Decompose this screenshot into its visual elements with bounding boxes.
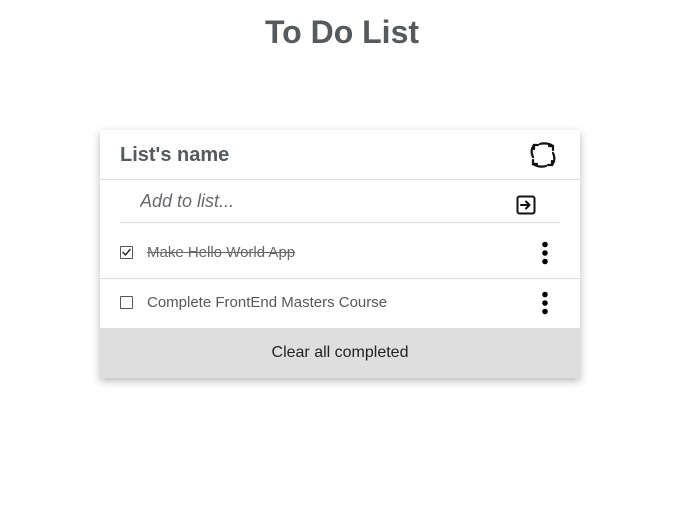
more-vertical-icon[interactable] <box>538 241 552 265</box>
clear-completed-button[interactable]: Clear all completed <box>100 328 580 378</box>
enter-icon[interactable] <box>516 195 536 215</box>
add-item-input[interactable] <box>120 180 520 222</box>
todo-card: List's name Add to list... Make Hello Wo… <box>100 130 580 378</box>
list-header: List's name <box>100 130 580 180</box>
todo-text: Make Hello World App <box>147 244 296 261</box>
todo-text: Complete FrontEnd Masters Course <box>147 294 388 311</box>
list-name: List's name <box>120 144 230 166</box>
page-title: To Do List <box>264 14 420 50</box>
refresh-icon[interactable] <box>529 141 557 169</box>
more-vertical-icon[interactable] <box>538 291 552 315</box>
todo-checkbox-checked[interactable] <box>120 246 133 259</box>
todo-item: Complete FrontEnd Masters Course <box>100 279 580 328</box>
todo-checkbox[interactable] <box>120 296 133 309</box>
todo-item: Make Hello World App <box>100 229 580 279</box>
add-item-row <box>120 180 560 223</box>
